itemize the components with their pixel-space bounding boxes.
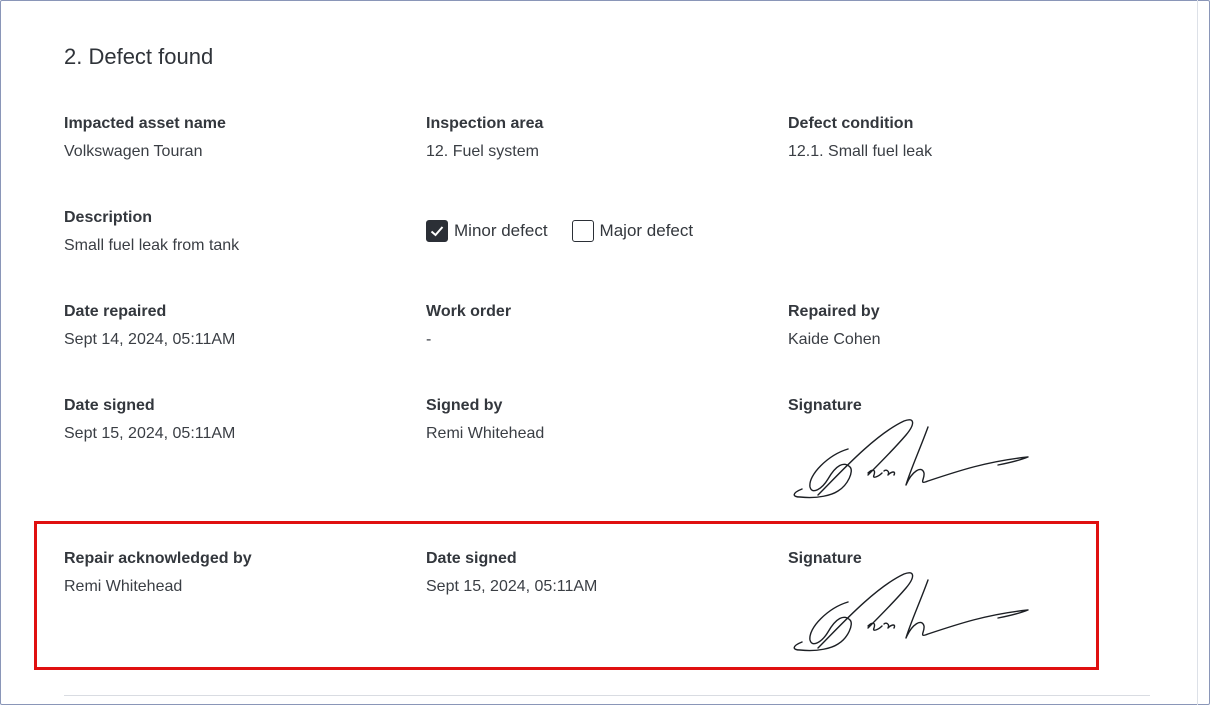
field-date-repaired: Date repaired Sept 14, 2024, 05:11AM: [64, 303, 235, 349]
field-value: Kaide Cohen: [788, 331, 881, 348]
field-defect-condition: Defect condition 12.1. Small fuel leak: [788, 115, 932, 161]
field-value: -: [426, 331, 432, 348]
major-defect-checkbox[interactable]: Major defect: [571, 220, 694, 242]
field-inspection-area: Inspection area 12. Fuel system: [426, 115, 543, 161]
field-repaired-by: Repaired by Kaide Cohen: [788, 303, 881, 349]
field-impacted-asset: Impacted asset name Volkswagen Touran: [64, 115, 226, 161]
field-value: Small fuel leak from tank: [64, 237, 240, 254]
field-value: Remi Whitehead: [426, 425, 545, 442]
field-repair-acknowledged-by: Repair acknowledged by Remi Whitehead: [64, 550, 252, 596]
field-value: Sept 15, 2024, 05:11AM: [64, 425, 236, 442]
section-title: 2. Defect found: [64, 44, 214, 69]
field-work-order: Work order -: [426, 303, 511, 349]
scroll-edge-divider: [1197, 0, 1198, 705]
field-ack-signature: Signature: [788, 550, 1038, 653]
checkbox-label: Major defect: [599, 221, 694, 240]
severity-options: Minor defect Major defect: [426, 220, 693, 242]
field-value: Remi Whitehead: [64, 578, 183, 595]
field-label: Repaired by: [788, 303, 880, 320]
checkbox-box[interactable]: [571, 220, 594, 242]
field-label: Signature: [788, 397, 862, 414]
field-description: Description Small fuel leak from tank: [64, 209, 239, 255]
field-date-signed: Date signed Sept 15, 2024, 05:11AM: [64, 397, 235, 443]
field-label: Date repaired: [64, 303, 167, 320]
field-value: Sept 15, 2024, 05:11AM: [426, 578, 598, 595]
minor-defect-checkbox[interactable]: Minor defect: [426, 220, 548, 242]
signature-image: [793, 419, 1029, 499]
checkmark-icon: [430, 226, 444, 237]
field-value: 12.1. Small fuel leak: [788, 143, 933, 160]
field-value: Sept 14, 2024, 05:11AM: [64, 331, 236, 348]
field-label: Defect condition: [788, 115, 914, 132]
field-ack-date-signed: Date signed Sept 15, 2024, 05:11AM: [426, 550, 597, 596]
field-value: 12. Fuel system: [426, 143, 539, 160]
field-signature: Signature: [788, 397, 1038, 500]
field-signed-by: Signed by Remi Whitehead: [426, 397, 544, 443]
field-label: Date signed: [64, 397, 155, 414]
field-label: Description: [64, 209, 153, 226]
field-value: Volkswagen Touran: [64, 143, 203, 160]
section-divider: [64, 695, 1150, 696]
field-label: Impacted asset name: [64, 115, 226, 132]
field-label: Work order: [426, 303, 512, 320]
field-label: Signature: [788, 550, 862, 567]
field-label: Date signed: [426, 550, 517, 567]
checkbox-label: Minor defect: [454, 221, 548, 240]
signature-image: [793, 572, 1029, 652]
field-label: Inspection area: [426, 115, 544, 132]
field-label: Repair acknowledged by: [64, 550, 252, 567]
field-label: Signed by: [426, 397, 503, 414]
checkbox-box[interactable]: [426, 220, 448, 242]
